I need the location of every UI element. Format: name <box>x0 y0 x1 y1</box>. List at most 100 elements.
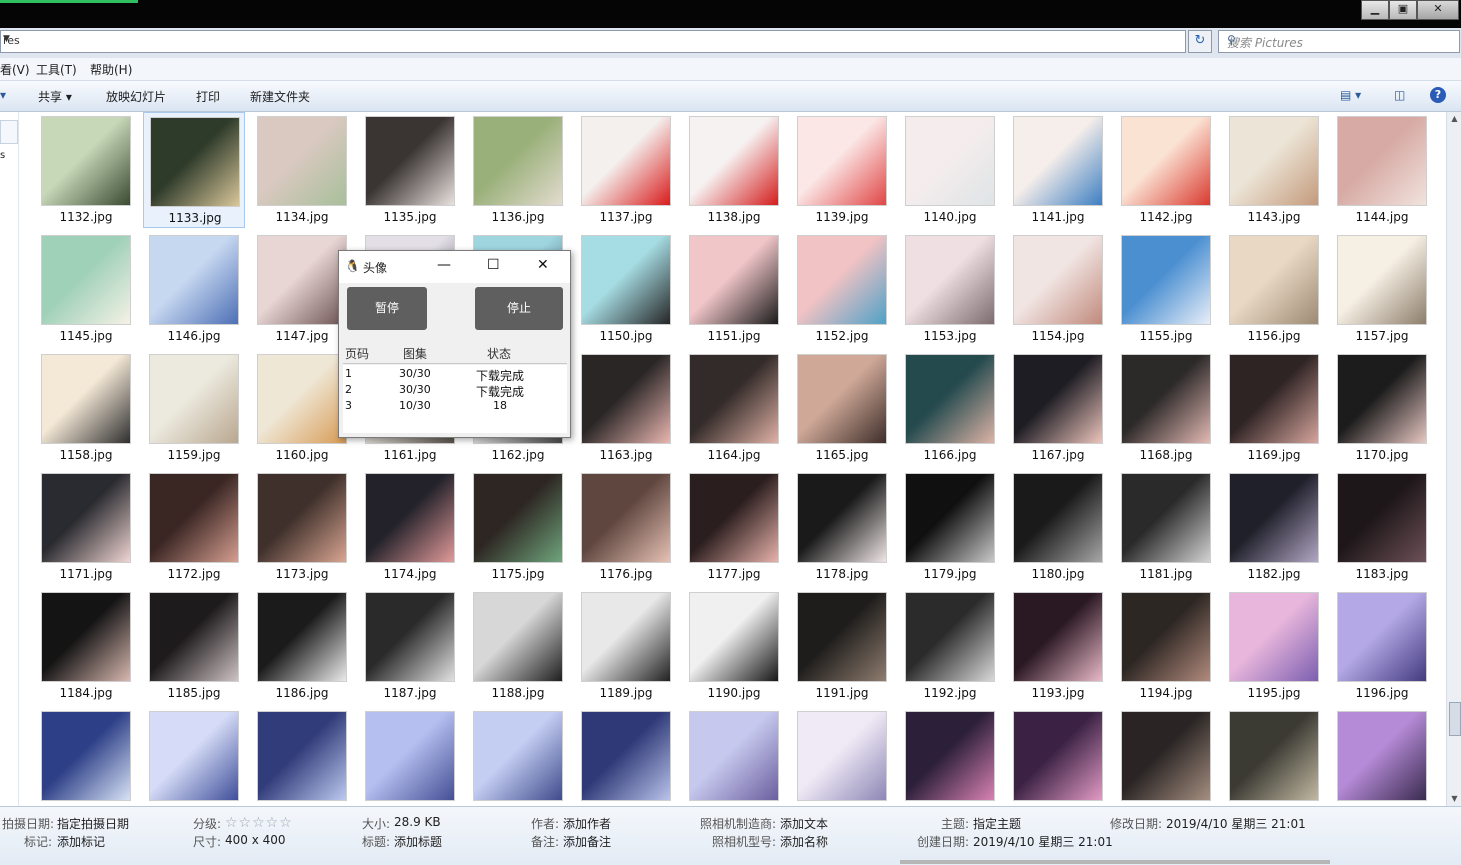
tags-value[interactable]: 添加标记 <box>57 833 105 850</box>
file-name[interactable]: 1161.jpg <box>359 448 461 462</box>
file-name[interactable]: 1150.jpg <box>575 329 677 343</box>
title-value[interactable]: 添加标题 <box>394 833 442 850</box>
image-thumbnail[interactable] <box>149 235 239 325</box>
image-thumbnail[interactable] <box>365 711 455 801</box>
minimize-button[interactable]: ▁ <box>1361 0 1389 20</box>
file-tile[interactable]: 1204.jpg <box>791 707 893 806</box>
image-thumbnail[interactable] <box>149 473 239 563</box>
image-thumbnail[interactable] <box>1229 592 1319 682</box>
file-name[interactable]: 1140.jpg <box>899 210 1001 224</box>
file-name[interactable]: 1181.jpg <box>1115 567 1217 581</box>
nav-item[interactable] <box>0 120 18 144</box>
print-button[interactable]: 打印 <box>196 88 220 105</box>
file-name[interactable]: 1167.jpg <box>1007 448 1109 462</box>
image-thumbnail[interactable] <box>581 116 671 206</box>
file-name[interactable]: 1192.jpg <box>899 686 1001 700</box>
menu-tools[interactable]: 工具(T) <box>36 61 77 78</box>
file-tile[interactable]: 1132.jpg <box>35 112 137 228</box>
file-tile[interactable]: 1170.jpg <box>1331 350 1433 466</box>
menu-help[interactable]: 帮助(H) <box>90 61 132 78</box>
file-name[interactable]: 1184.jpg <box>35 686 137 700</box>
file-name[interactable]: 1144.jpg <box>1331 210 1433 224</box>
file-tile[interactable]: 1153.jpg <box>899 231 1001 347</box>
file-name[interactable]: 1143.jpg <box>1223 210 1325 224</box>
file-name[interactable]: 1173.jpg <box>251 567 353 581</box>
file-name[interactable]: 1159.jpg <box>143 448 245 462</box>
image-thumbnail[interactable] <box>797 235 887 325</box>
file-tile[interactable]: 1168.jpg <box>1115 350 1217 466</box>
file-name[interactable]: 1186.jpg <box>251 686 353 700</box>
subject-value[interactable]: 指定主题 <box>973 815 1021 832</box>
file-name[interactable]: 1169.jpg <box>1223 448 1325 462</box>
file-name[interactable]: 1195.jpg <box>1223 686 1325 700</box>
file-tile[interactable]: 1205.jpg <box>899 707 1001 806</box>
file-tile[interactable]: 1202.jpg <box>575 707 677 806</box>
file-tile[interactable]: 1184.jpg <box>35 588 137 704</box>
file-tile[interactable]: 1188.jpg <box>467 588 569 704</box>
file-tile[interactable]: 1175.jpg <box>467 469 569 585</box>
file-name[interactable]: 1193.jpg <box>1007 686 1109 700</box>
file-tile[interactable]: 1156.jpg <box>1223 231 1325 347</box>
file-name[interactable]: 1172.jpg <box>143 567 245 581</box>
file-name[interactable]: 1151.jpg <box>683 329 785 343</box>
file-name[interactable]: 1160.jpg <box>251 448 353 462</box>
image-thumbnail[interactable] <box>1121 235 1211 325</box>
file-tile[interactable]: 1208.jpg <box>1223 707 1325 806</box>
file-name[interactable]: 1180.jpg <box>1007 567 1109 581</box>
file-tile[interactable]: 1201.jpg <box>467 707 569 806</box>
image-thumbnail[interactable] <box>1337 354 1427 444</box>
file-name[interactable]: 1185.jpg <box>143 686 245 700</box>
image-thumbnail[interactable] <box>41 235 131 325</box>
image-thumbnail[interactable] <box>41 354 131 444</box>
file-tile[interactable]: 1174.jpg <box>359 469 461 585</box>
file-name[interactable]: 1139.jpg <box>791 210 893 224</box>
new-folder-button[interactable]: 新建文件夹 <box>250 88 310 105</box>
image-thumbnail[interactable] <box>1013 711 1103 801</box>
file-tile[interactable]: 1167.jpg <box>1007 350 1109 466</box>
image-thumbnail[interactable] <box>1229 473 1319 563</box>
refresh-icon[interactable]: ↻ <box>1188 30 1212 53</box>
file-tile[interactable]: 1139.jpg <box>791 112 893 228</box>
file-tile[interactable]: 1194.jpg <box>1115 588 1217 704</box>
search-input[interactable]: 搜索 Pictures ⚲ <box>1218 30 1460 53</box>
file-tile[interactable]: 1177.jpg <box>683 469 785 585</box>
image-thumbnail[interactable] <box>581 711 671 801</box>
file-name[interactable]: 1155.jpg <box>1115 329 1217 343</box>
file-name[interactable]: 1165.jpg <box>791 448 893 462</box>
file-tile[interactable]: 1143.jpg <box>1223 112 1325 228</box>
image-thumbnail[interactable] <box>1013 235 1103 325</box>
image-thumbnail[interactable] <box>689 235 779 325</box>
scrollbar-thumb[interactable] <box>1449 702 1461 736</box>
image-thumbnail[interactable] <box>1337 235 1427 325</box>
image-thumbnail[interactable] <box>581 354 671 444</box>
image-thumbnail[interactable] <box>150 117 240 207</box>
file-name[interactable]: 1152.jpg <box>791 329 893 343</box>
dialog-maximize-icon[interactable]: ☐ <box>487 257 500 273</box>
file-tile[interactable]: 1150.jpg <box>575 231 677 347</box>
file-name[interactable]: 1132.jpg <box>35 210 137 224</box>
slideshow-button[interactable]: 放映幻灯片 <box>106 88 166 105</box>
image-thumbnail[interactable] <box>149 592 239 682</box>
file-name[interactable]: 1174.jpg <box>359 567 461 581</box>
image-thumbnail[interactable] <box>905 711 995 801</box>
share-button[interactable]: 共享 ▾ <box>38 88 72 105</box>
file-tile[interactable]: 1146.jpg <box>143 231 245 347</box>
rating-stars[interactable]: ☆☆☆☆☆ <box>225 815 293 831</box>
image-thumbnail[interactable] <box>41 592 131 682</box>
file-tile[interactable]: 1197.jpg <box>35 707 137 806</box>
address-field[interactable]: res ▼ <box>0 30 1186 53</box>
file-name[interactable]: 1142.jpg <box>1115 210 1217 224</box>
image-thumbnail[interactable] <box>1229 235 1319 325</box>
file-tile[interactable]: 1165.jpg <box>791 350 893 466</box>
file-name[interactable]: 1187.jpg <box>359 686 461 700</box>
image-thumbnail[interactable] <box>473 592 563 682</box>
file-tile[interactable]: 1155.jpg <box>1115 231 1217 347</box>
image-thumbnail[interactable] <box>365 116 455 206</box>
image-thumbnail[interactable] <box>1337 592 1427 682</box>
file-name[interactable]: 1141.jpg <box>1007 210 1109 224</box>
image-thumbnail[interactable] <box>797 354 887 444</box>
file-tile[interactable]: 1193.jpg <box>1007 588 1109 704</box>
file-name[interactable]: 1194.jpg <box>1115 686 1217 700</box>
file-name[interactable]: 1163.jpg <box>575 448 677 462</box>
image-thumbnail[interactable] <box>689 116 779 206</box>
